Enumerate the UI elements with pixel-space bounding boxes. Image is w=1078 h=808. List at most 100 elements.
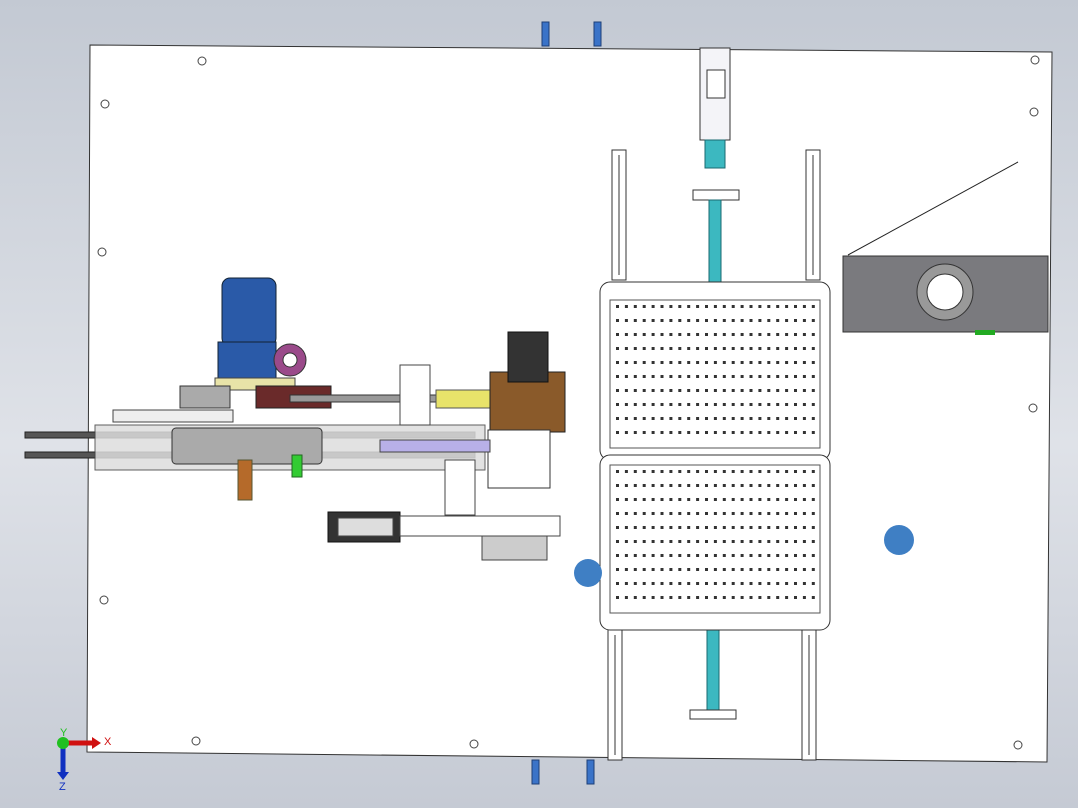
- tray-cell: [687, 319, 691, 322]
- tray-cell: [785, 568, 789, 571]
- tray-cell: [811, 470, 815, 473]
- tray-cell: [624, 333, 628, 336]
- tray-cell: [785, 596, 789, 599]
- tray-cell: [616, 347, 619, 350]
- tray-cell: [785, 417, 789, 420]
- tray-cell: [642, 526, 646, 529]
- tray-cell: [660, 403, 664, 406]
- tray-cell: [616, 305, 619, 308]
- tray-cell: [669, 361, 673, 364]
- tray-cell: [731, 375, 735, 378]
- tray-cell: [669, 498, 673, 501]
- tray-cell: [749, 484, 753, 487]
- tray-cell: [678, 498, 682, 501]
- tray-cell: [660, 319, 664, 322]
- tray-cell: [642, 484, 646, 487]
- tray-cell: [651, 596, 655, 599]
- tray-cell: [811, 361, 815, 364]
- tray-cell: [758, 470, 762, 473]
- tray-cell: [651, 484, 655, 487]
- tray-cell: [624, 375, 628, 378]
- tray-cell: [660, 526, 664, 529]
- tray-cell: [713, 596, 717, 599]
- tray-cell: [776, 470, 780, 473]
- tray-cell: [660, 417, 664, 420]
- tray-cell: [785, 526, 789, 529]
- tray-cell: [749, 568, 753, 571]
- base-plate[interactable]: [86, 44, 1053, 763]
- tray-cell: [660, 389, 664, 392]
- tray-cell: [802, 526, 806, 529]
- tray-cell: [731, 347, 735, 350]
- tray-cell: [767, 347, 771, 350]
- tray-cell: [749, 305, 753, 308]
- tray-cell: [767, 568, 771, 571]
- tray-cell: [660, 554, 664, 557]
- tray-cell: [696, 375, 700, 378]
- tray-cell: [802, 582, 806, 585]
- tray-cell: [642, 319, 646, 322]
- tray-cell: [713, 484, 717, 487]
- tray-cell: [687, 582, 691, 585]
- tray-cell: [624, 582, 628, 585]
- tray-cell: [713, 417, 717, 420]
- tray-cell: [749, 319, 753, 322]
- tray-cell: [705, 361, 708, 364]
- tray-cell: [722, 554, 726, 557]
- tray-cell: [687, 333, 691, 336]
- tray-cell: [811, 526, 815, 529]
- tray-cell: [722, 512, 726, 515]
- cad-viewport[interactable]: X Y Z: [0, 0, 1078, 808]
- tray-cell: [705, 498, 708, 501]
- tray-cell: [651, 403, 655, 406]
- tray-cell: [794, 403, 797, 406]
- tray-cell: [642, 361, 646, 364]
- tray-cell: [687, 498, 691, 501]
- tray-cell: [678, 403, 682, 406]
- tray-cell: [802, 431, 806, 434]
- tray-cell: [811, 582, 815, 585]
- locator-pin: [884, 525, 914, 555]
- tray-cell: [722, 375, 726, 378]
- tray-cell: [767, 403, 771, 406]
- tray-cell: [811, 389, 815, 392]
- tray-cell: [669, 484, 673, 487]
- tray-cell: [669, 596, 673, 599]
- tray-cell: [705, 403, 708, 406]
- tray-cell: [678, 484, 682, 487]
- tray-cell: [802, 389, 806, 392]
- tray-cell: [687, 568, 691, 571]
- tray-cell: [669, 470, 673, 473]
- tray-cell: [616, 596, 619, 599]
- tray-cell: [624, 470, 628, 473]
- tray-cell: [687, 403, 691, 406]
- tray-cell: [740, 568, 744, 571]
- tray-cell: [767, 526, 771, 529]
- tray-cell: [722, 540, 726, 543]
- tray-cell: [776, 333, 780, 336]
- tray-cell: [767, 470, 771, 473]
- tray-cell: [713, 389, 717, 392]
- tray-cell: [776, 554, 780, 557]
- tray-cell: [758, 512, 762, 515]
- tray-assembly[interactable]: [599, 281, 831, 631]
- tray-cell: [678, 417, 682, 420]
- tray-cell: [633, 596, 637, 599]
- tray-cell: [669, 540, 673, 543]
- tray-cell: [651, 431, 655, 434]
- tray-cell: [705, 512, 708, 515]
- tray-cell: [758, 417, 762, 420]
- tray-cell: [678, 431, 682, 434]
- tray-cell: [785, 305, 789, 308]
- tray-cell: [740, 403, 744, 406]
- tray-cell: [802, 512, 806, 515]
- tray-cell: [731, 596, 735, 599]
- tray-cell: [767, 361, 771, 364]
- tray-cell: [722, 484, 726, 487]
- tray-cell: [722, 470, 726, 473]
- tray-cell: [767, 484, 771, 487]
- tray-cell: [776, 347, 780, 350]
- tray-cell: [713, 319, 717, 322]
- tray-cell: [713, 361, 717, 364]
- tray-cell: [687, 417, 691, 420]
